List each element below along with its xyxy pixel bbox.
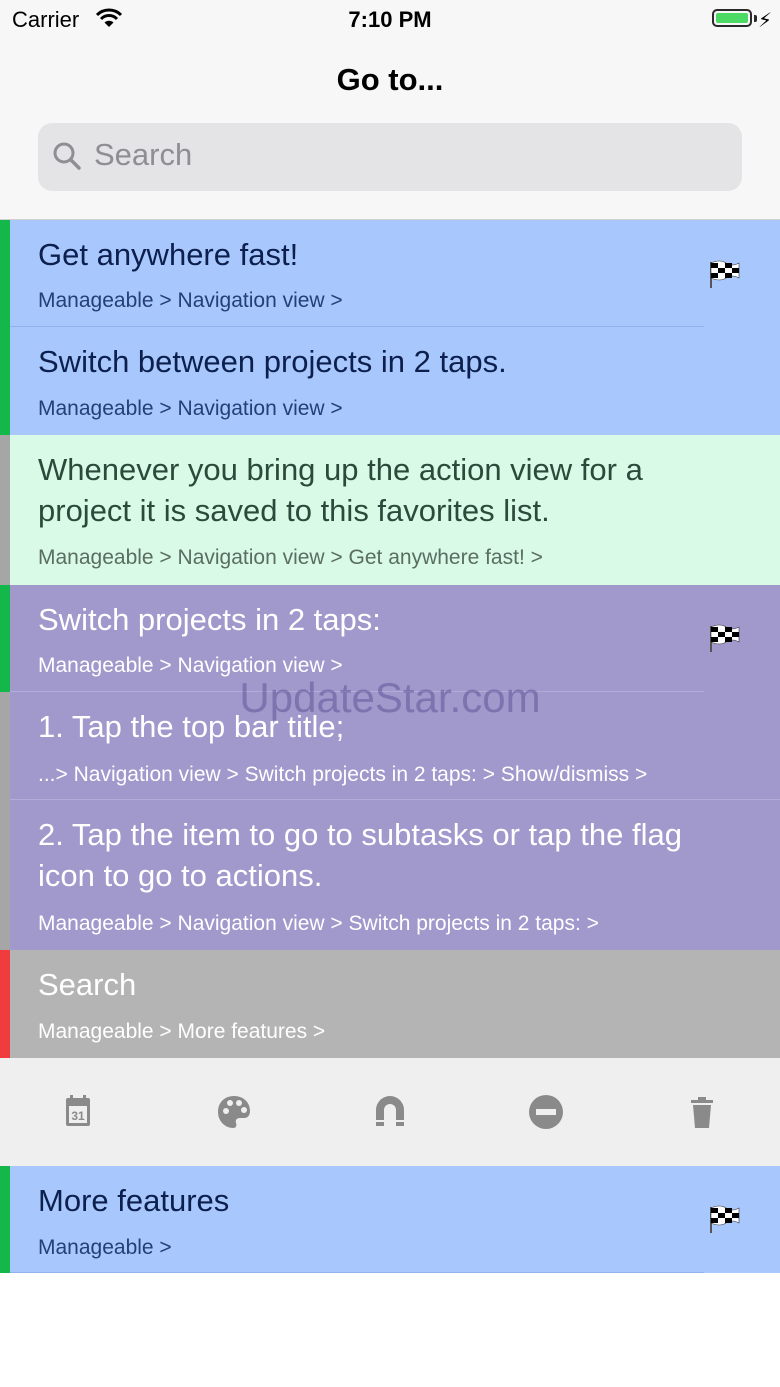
row-accent	[0, 327, 10, 435]
row-title: 2. Tap the item to go to subtasks or tap…	[38, 817, 682, 893]
charging-icon: ⚡	[757, 10, 772, 32]
row-separator	[10, 1272, 704, 1273]
row-title: Whenever you bring up the action view fo…	[38, 452, 643, 528]
action-toolbar: 31	[0, 1058, 780, 1166]
clock: 7:10 PM	[348, 7, 432, 32]
battery-tip	[754, 15, 757, 22]
row-path: Manageable > Navigation view >	[38, 397, 343, 420]
search-field[interactable]: Search	[38, 123, 742, 191]
page-title[interactable]: Go to...	[0, 62, 780, 98]
navigation-header: Go to... Search	[0, 40, 780, 220]
list-item[interactable]: Switch projects in 2 taps: Manageable > …	[0, 585, 780, 692]
trash-icon[interactable]	[682, 1092, 722, 1132]
row-path: Manageable > Navigation view >	[38, 654, 343, 677]
row-path: Manageable > Navigation view >	[38, 289, 343, 312]
row-accent	[0, 692, 10, 800]
flag-icon[interactable]	[708, 622, 740, 654]
list-item[interactable]: Get anywhere fast! Manageable > Navigati…	[0, 220, 780, 327]
row-title: Search	[38, 967, 137, 1002]
row-path: Manageable >	[38, 1236, 172, 1259]
row-path: Manageable > Navigation view > Switch pr…	[38, 912, 599, 935]
flag-icon[interactable]	[708, 1203, 740, 1235]
list-item[interactable]: 1. Tap the top bar title; ...> Navigatio…	[0, 692, 780, 800]
list-item[interactable]: 2. Tap the item to go to subtasks or tap…	[0, 800, 780, 950]
row-accent	[0, 435, 10, 585]
row-accent	[0, 800, 10, 950]
search-input[interactable]: Search	[94, 137, 192, 173]
list-item[interactable]: More features Manageable >	[0, 1166, 780, 1273]
row-title: Get anywhere fast!	[38, 237, 299, 272]
list-item[interactable]: Search Manageable > More features >	[0, 950, 780, 1058]
battery-icon	[712, 9, 752, 27]
row-title: Switch projects in 2 taps:	[38, 602, 381, 637]
calendar-icon[interactable]: 31	[58, 1092, 98, 1132]
row-accent	[0, 950, 10, 1058]
row-path: ...> Navigation view > Switch projects i…	[38, 763, 648, 786]
row-title: Switch between projects in 2 taps.	[38, 344, 507, 379]
flag-icon[interactable]	[708, 258, 740, 290]
status-bar: Carrier 7:10 PM ⚡	[0, 0, 780, 40]
row-accent	[0, 585, 10, 692]
row-path: Manageable > Navigation view > Get anywh…	[38, 546, 543, 569]
row-accent	[0, 1166, 10, 1273]
palette-icon[interactable]	[214, 1092, 254, 1132]
list-item[interactable]: Whenever you bring up the action view fo…	[0, 435, 780, 585]
list-item[interactable]: Switch between projects in 2 taps. Manag…	[0, 327, 780, 435]
row-title: More features	[38, 1183, 230, 1218]
search-icon	[53, 142, 81, 170]
remove-icon[interactable]	[526, 1092, 566, 1132]
row-accent	[0, 220, 10, 327]
row-title: 1. Tap the top bar title;	[38, 709, 345, 744]
svg-text:31: 31	[71, 1109, 85, 1123]
magnet-icon[interactable]	[370, 1092, 410, 1132]
row-path: Manageable > More features >	[38, 1020, 326, 1043]
